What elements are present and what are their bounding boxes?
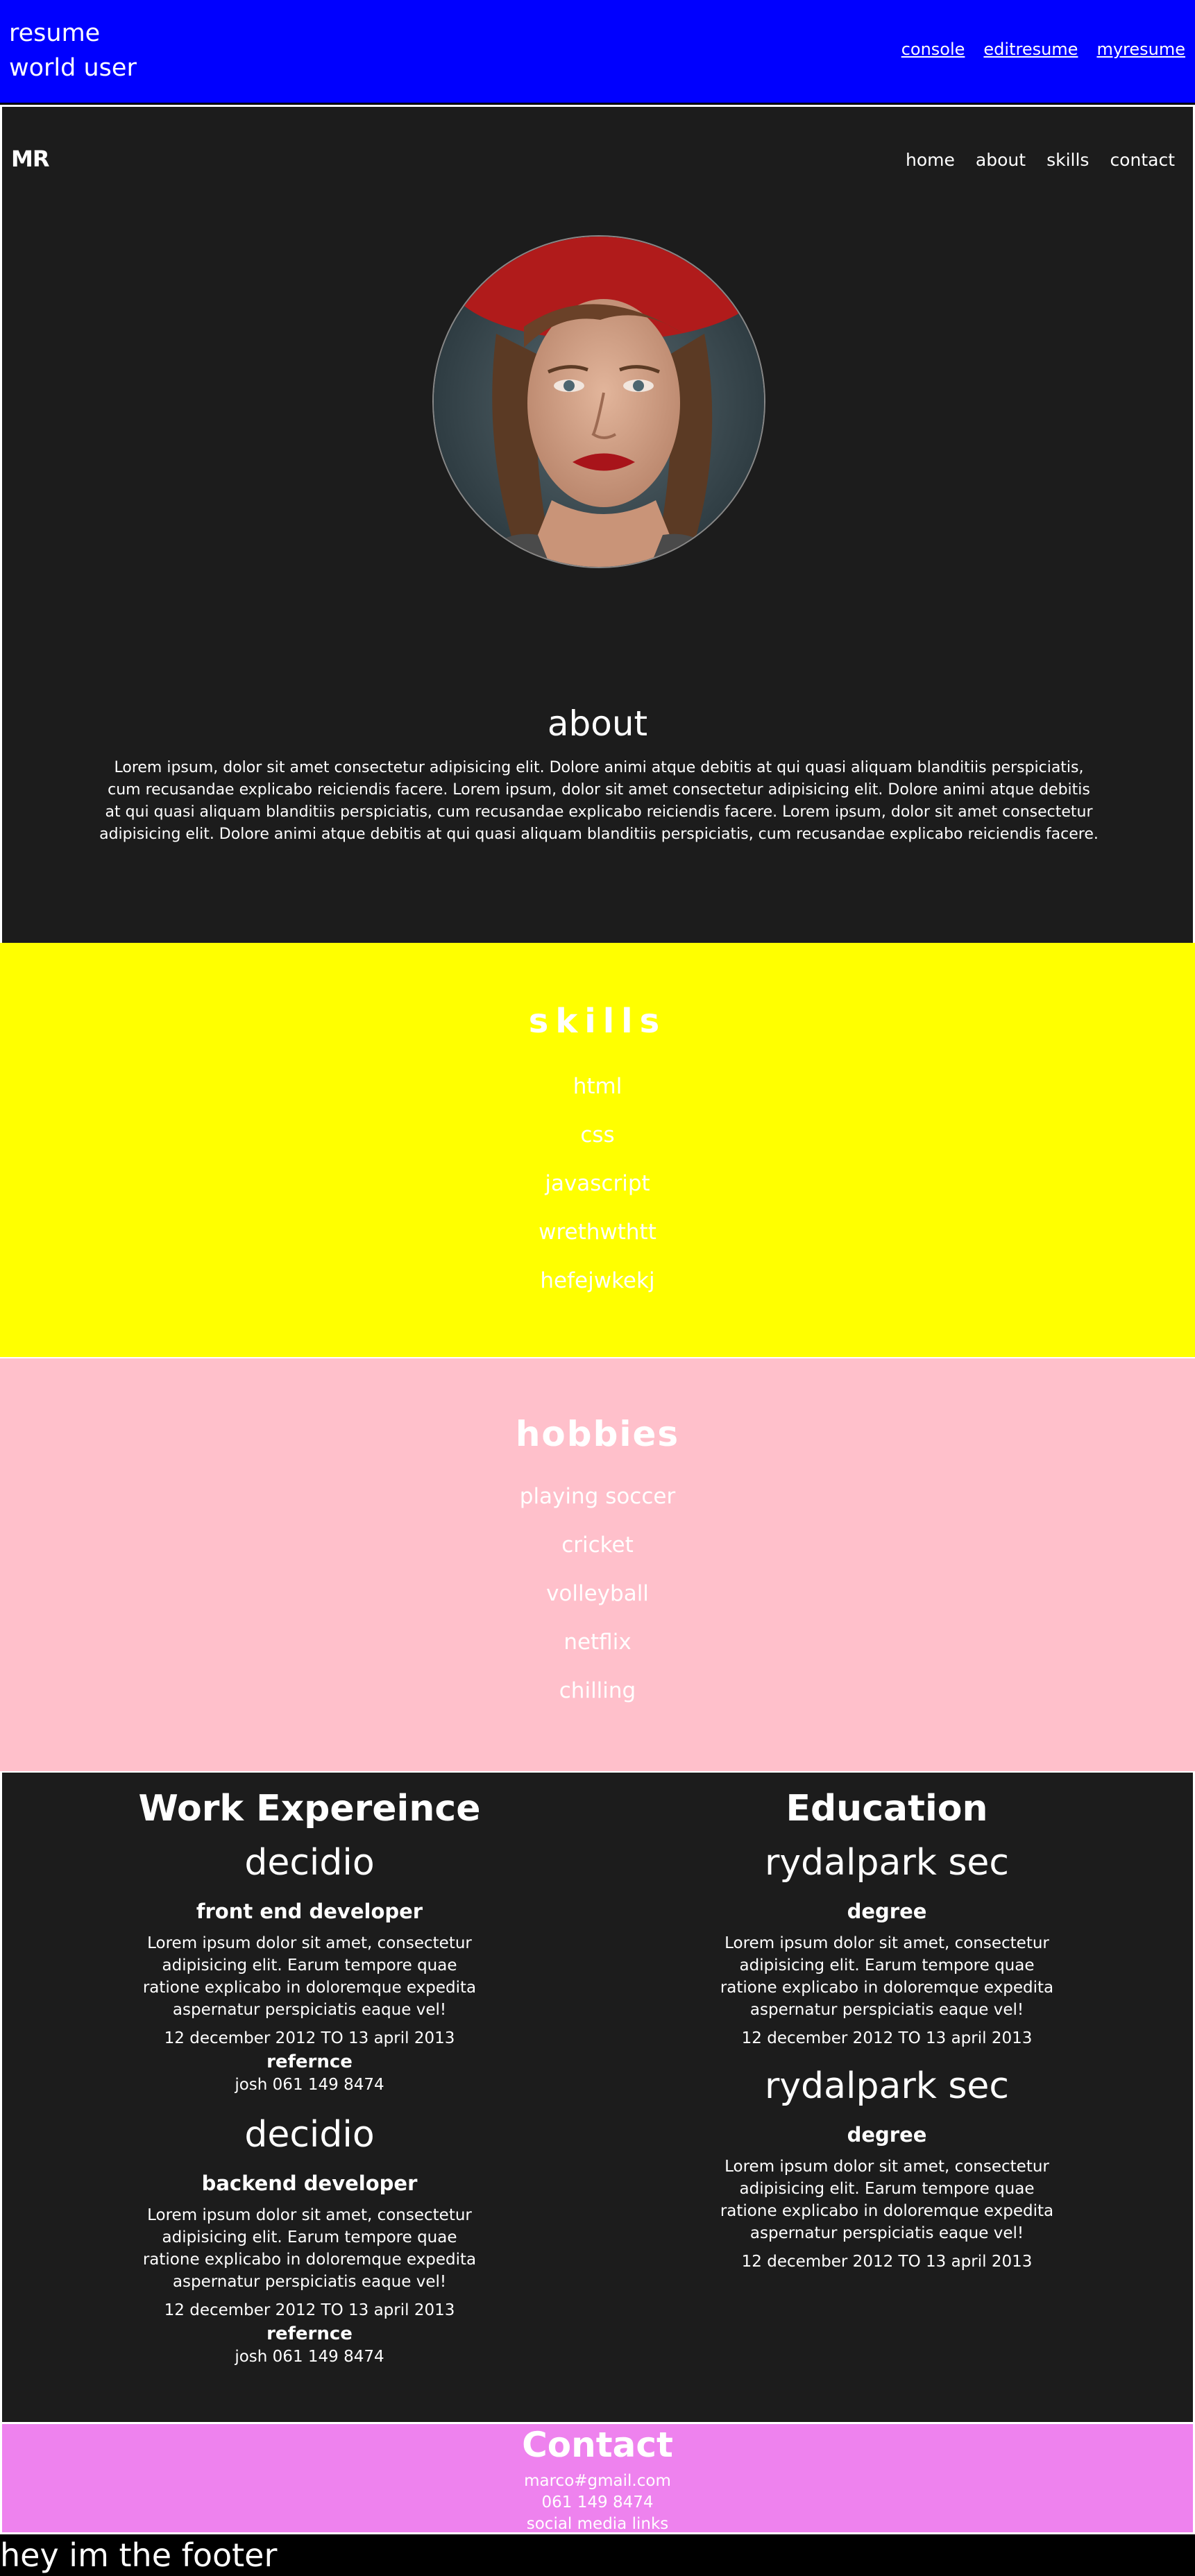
main-nav: home about skills contact [906,150,1175,170]
nav-home[interactable]: home [906,150,955,170]
work-entry: decidio backend developer Lorem ipsum do… [101,2107,518,2368]
education-dates: 12 december 2012 TO 13 april 2013 [741,2029,1033,2047]
skills-section: skills html css javascript wrethwthtt he… [0,943,1195,1357]
work-org: decidio [244,2114,375,2156]
work-reference-heading: refernce [266,2052,353,2072]
brand-line-1: resume [9,19,101,47]
skill-item: html [573,1074,622,1099]
work-role: backend developer [201,2172,418,2195]
experience-section: Work Expereince decidio front end develo… [0,1771,1195,2422]
hobby-item: playing soccer [519,1484,676,1509]
hobby-item: netflix [563,1630,632,1655]
work-role: front end developer [196,1900,423,1923]
work-dates: 12 december 2012 TO 13 april 2013 [164,2029,455,2047]
contact-email: marco#gmail.com [524,2472,671,2490]
hobby-item: chilling [559,1678,636,1703]
editresume-link[interactable]: editresume [983,40,1078,59]
work-reference: josh 061 149 8474 [235,2076,384,2094]
footer: hey im the footer [0,2534,1195,2576]
work-description: Lorem ipsum dolor sit amet, consectetur … [142,1934,477,2019]
contact-details: marco#gmail.com 061 149 8474 social medi… [2,2471,1193,2535]
hobby-item: volleyball [546,1581,649,1606]
education-school: rydalpark sec [764,1842,1010,1884]
skill-item: hefejwkekj [540,1268,655,1293]
work-entry: decidio front end developer Lorem ipsum … [101,1835,518,2096]
portrait-illustration [434,237,764,567]
brand-line-2: world user [9,54,137,82]
hobbies-list: playing soccer cricket volleyball netfli… [0,1472,1195,1715]
hobbies-section: hobbies playing soccer cricket volleybal… [0,1357,1195,1771]
myresume-link[interactable]: myresume [1096,40,1185,59]
work-heading: Work Expereince [138,1788,481,1829]
profile-photo [432,235,765,568]
education-description: Lorem ipsum dolor sit amet, consectetur … [720,2158,1054,2242]
work-description: Lorem ipsum dolor sit amet, consectetur … [142,2206,477,2291]
logo: MR [11,146,49,172]
top-links: console editresume myresume [901,40,1185,59]
nav-about[interactable]: about [976,150,1026,170]
console-link[interactable]: console [901,40,965,59]
education-dates: 12 december 2012 TO 13 april 2013 [741,2253,1033,2271]
skill-item: wrethwthtt [539,1220,656,1245]
about-text: Lorem ipsum, dolor sit amet consectetur … [99,759,1099,843]
education-heading: Education [786,1788,988,1829]
skill-item: javascript [545,1171,650,1196]
hobby-item: cricket [561,1533,634,1558]
site-brand: resume world user [9,16,137,85]
education-entry: rydalpark sec degree Lorem ipsum dolor s… [679,1835,1095,2050]
contact-phone: 061 149 8474 [541,2493,654,2511]
education-qualification: degree [847,1900,927,1923]
work-dates: 12 december 2012 TO 13 april 2013 [164,2301,455,2319]
work-reference-heading: refernce [266,2323,353,2344]
contact-heading: Contact [522,2425,673,2465]
nav-contact[interactable]: contact [1110,150,1175,170]
education-description: Lorem ipsum dolor sit amet, consectetur … [720,1934,1054,2019]
education-entry: rydalpark sec degree Lorem ipsum dolor s… [679,2058,1095,2274]
contact-section: Contact marco#gmail.com 061 149 8474 soc… [0,2422,1195,2534]
skills-list: html css javascript wrethwthtt hefejwkek… [0,1062,1195,1305]
education-qualification: degree [847,2123,927,2147]
contact-social: social media links [526,2515,669,2533]
work-reference: josh 061 149 8474 [235,2348,384,2366]
education-school: rydalpark sec [764,2065,1010,2107]
skills-heading: skills [528,1002,667,1041]
work-org: decidio [244,1842,375,1884]
about-heading: about [547,703,648,744]
top-bar: resume world user console editresume myr… [0,0,1195,103]
profile-section: MR home about skills contact about Lorem… [0,105,1195,943]
hobbies-heading: hobbies [515,1414,680,1454]
skill-item: css [580,1123,615,1148]
nav-skills[interactable]: skills [1046,150,1089,170]
